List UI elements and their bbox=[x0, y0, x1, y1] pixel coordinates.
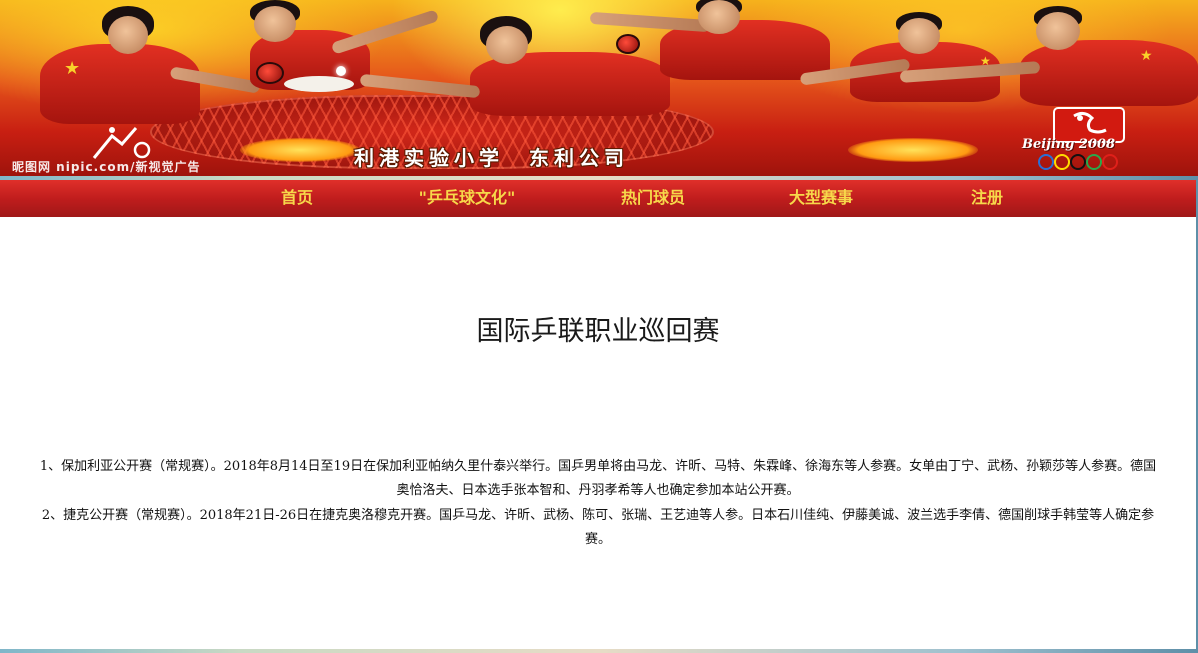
event-paragraph-1: 1、保加利亚公开赛（常规赛）。2018年8月14日至19日在保加利亚帕纳久里什泰… bbox=[0, 455, 1196, 503]
event-paragraph-1-line-1: 1、保加利亚公开赛（常规赛）。2018年8月14日至19日在保加利亚帕纳久里什泰… bbox=[39, 459, 1157, 474]
event-paragraph-2-line-1: 2、捷克公开赛（常规赛）。2018年21日-26日在捷克奥洛穆克开赛。国乒马龙、… bbox=[41, 508, 1155, 523]
page-title: 国际乒联职业巡回赛 bbox=[476, 316, 720, 347]
beijing-2008-text: Beijing 2008 bbox=[1022, 137, 1116, 152]
flame-right-decoration bbox=[848, 138, 978, 162]
player-figure-1 bbox=[20, 4, 261, 124]
event-paragraph-2: 2、捷克公开赛（常规赛）。2018年21日-26日在捷克奥洛穆克开赛。国乒马龙、… bbox=[0, 504, 1196, 552]
main-content: 国际乒联职业巡回赛 1、保加利亚公开赛（常规赛）。2018年8月14日至19日在… bbox=[0, 217, 1196, 649]
event-paragraph-1-line-2: 奥恰洛夫、日本选手张本智和、丹羽孝希等人也确定参加本站公开赛。 bbox=[396, 483, 800, 498]
header-banner: ★ ★ ★ 利港实验小学 东利公司 昵图网 nipic.com/新视觉广告 Be… bbox=[0, 0, 1198, 176]
star-icon: ★ bbox=[64, 58, 81, 79]
paddle-icon bbox=[256, 62, 284, 84]
nav-item-major-events[interactable]: 大型赛事 bbox=[773, 180, 869, 217]
nav-item-register[interactable]: 注册 bbox=[957, 180, 1017, 217]
paddle-icon bbox=[616, 34, 640, 54]
star-icon: ★ bbox=[1140, 48, 1153, 64]
nav-item-table-tennis-culture[interactable]: "乒乓球文化" bbox=[400, 180, 534, 217]
nav-item-home[interactable]: 首页 bbox=[267, 180, 327, 217]
flame-left-decoration bbox=[240, 138, 360, 162]
player-figure-6 bbox=[899, 6, 1198, 106]
table-tennis-table-graphic bbox=[284, 76, 354, 92]
ping-pong-logo-icon bbox=[92, 127, 151, 159]
banner-caption: 利港实验小学 东利公司 bbox=[354, 146, 629, 170]
event-paragraph-2-line-2: 赛。 bbox=[584, 532, 611, 547]
watermark-text: 昵图网 nipic.com/新视觉广告 bbox=[12, 160, 201, 174]
ball-icon bbox=[336, 66, 346, 76]
star-icon: ★ bbox=[980, 54, 991, 68]
nav-item-popular-players[interactable]: 热门球员 bbox=[605, 180, 701, 217]
main-nav-bar: 首页 "乒乓球文化" 热门球员 大型赛事 注册 bbox=[0, 180, 1196, 217]
